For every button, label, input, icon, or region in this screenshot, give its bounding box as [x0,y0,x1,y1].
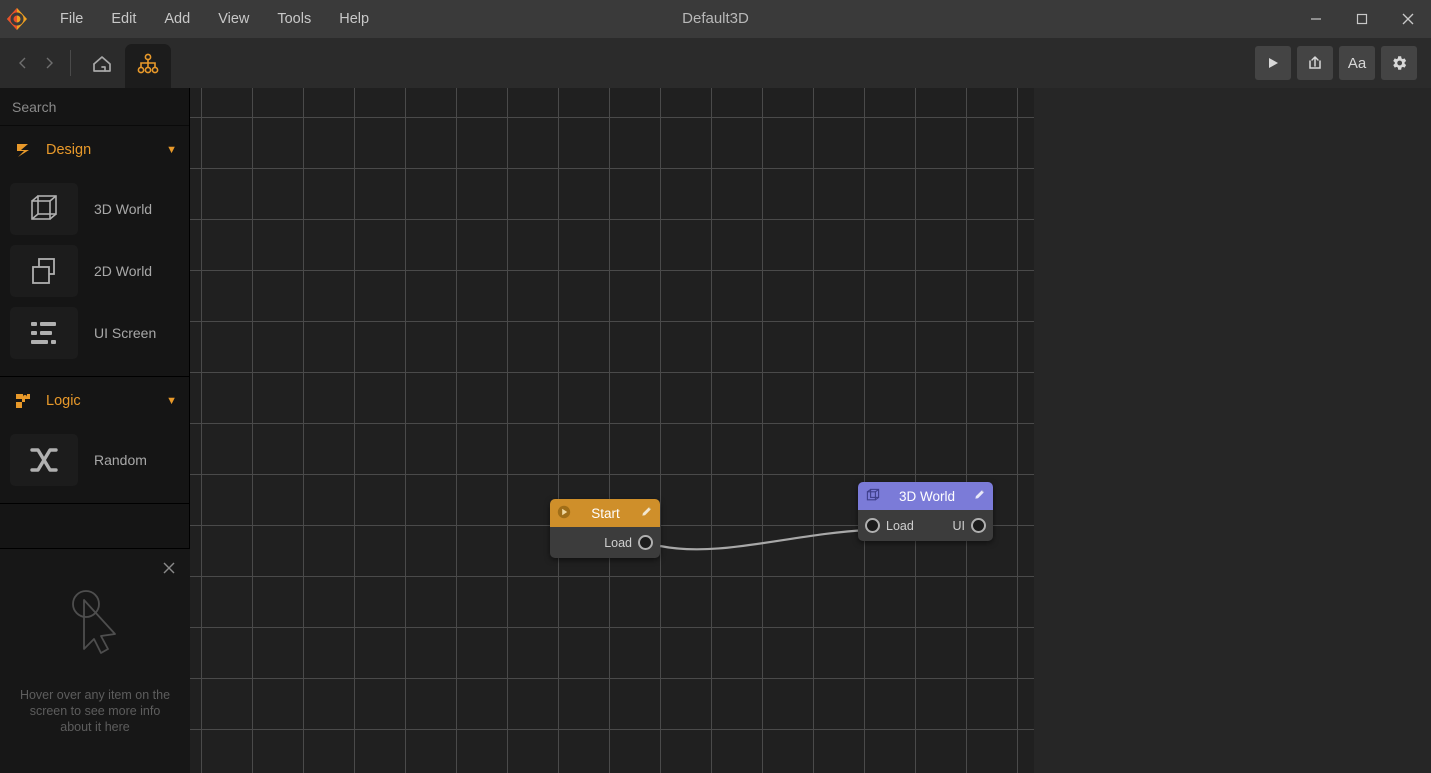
node-3d-world[interactable]: 3D World Load UI [858,482,993,541]
port-label-ui: UI [953,519,966,533]
node-3d-world-body: Load UI [858,510,993,541]
maximize-icon[interactable] [1339,0,1385,38]
hierarchy-icon [136,52,160,81]
tab-node-graph[interactable] [125,44,171,88]
category-items-logic: Random [0,425,189,503]
menu-item-file[interactable]: File [46,0,97,38]
chevron-down-icon[interactable]: ▼ [166,144,177,156]
search-input[interactable] [12,99,193,115]
palette-label-ui-screen: UI Screen [94,325,156,341]
ui-list-icon [10,307,78,359]
node-start-header[interactable]: Start [550,499,660,527]
window-controls [1293,0,1431,38]
category-header-design[interactable]: Design ▼ [0,126,189,174]
palette-item-2d-world[interactable]: 2D World [0,240,189,302]
pencil-icon[interactable] [640,505,653,521]
text-size-button[interactable]: Aa [1339,46,1375,80]
info-panel: Hover over any item on the screen to see… [0,548,190,773]
port-row-world-io: Load UI [858,510,993,541]
chevron-left-icon[interactable] [10,38,36,88]
export-button[interactable] [1297,46,1333,80]
node-start[interactable]: Start Load [550,499,660,558]
chevron-down-icon[interactable]: ▼ [166,395,177,407]
mouse-cursor-icon [0,587,190,663]
info-panel-message: Hover over any item on the screen to see… [0,687,190,735]
text-size-label: Aa [1348,55,1366,72]
title-bar: File Edit Add View Tools Help Default3D [0,0,1431,38]
cube-wireframe-icon [865,487,881,506]
node-canvas[interactable]: Start Load [190,88,1431,773]
canvas-grid [190,88,1034,773]
palette-label-2d-world: 2D World [94,263,152,279]
pencil-icon[interactable] [973,488,986,504]
toolbar-actions: Aa [1255,38,1417,88]
port-dot-load-input[interactable] [865,518,880,533]
close-icon[interactable] [160,559,178,577]
menu-item-add[interactable]: Add [150,0,204,38]
port-label-load: Load [886,519,914,533]
navigation-group [10,38,171,88]
app-logo-diamond-icon [0,0,34,38]
category-header-logic[interactable]: Logic ▼ [0,377,189,425]
logic-puzzle-icon [12,390,34,412]
toolbar: Aa [0,38,1431,88]
search-row [0,88,189,126]
palette-item-ui-screen[interactable]: UI Screen [0,302,189,364]
node-start-title: Start [577,506,634,521]
menu-item-tools[interactable]: Tools [263,0,325,38]
category-title-design: Design [46,142,166,158]
menu-bar: File Edit Add View Tools Help [46,0,383,38]
port-dot-ui-output[interactable] [971,518,986,533]
settings-button[interactable] [1381,46,1417,80]
category-title-logic: Logic [46,393,166,409]
design-icon [12,139,34,161]
palette-label-random: Random [94,452,147,468]
node-start-body: Load [550,527,660,558]
play-button[interactable] [1255,46,1291,80]
category-logic: Logic ▼ Random [0,377,189,504]
palette-item-3d-world[interactable]: 3D World [0,178,189,240]
tab-home[interactable] [79,44,125,88]
minimize-icon[interactable] [1293,0,1339,38]
shuffle-icon [10,434,78,486]
menu-item-view[interactable]: View [204,0,263,38]
close-icon[interactable] [1385,0,1431,38]
home-icon [90,52,114,81]
node-3d-world-title: 3D World [887,489,967,504]
node-3d-world-header[interactable]: 3D World [858,482,993,510]
palette-label-3d-world: 3D World [94,201,152,217]
port-row-load-out: Load [550,527,660,558]
menu-item-help[interactable]: Help [325,0,383,38]
palette-item-random[interactable]: Random [0,429,189,491]
stacked-squares-icon [10,245,78,297]
play-circle-icon [557,505,571,522]
category-design: Design ▼ 3D World [0,126,189,377]
category-items-design: 3D World 2D World [0,174,189,376]
port-dot-load-output[interactable] [638,535,653,550]
port-label-load: Load [604,536,632,550]
chevron-right-icon[interactable] [36,38,62,88]
cube-wireframe-icon [10,183,78,235]
menu-item-edit[interactable]: Edit [97,0,150,38]
toolbar-divider [70,50,71,76]
